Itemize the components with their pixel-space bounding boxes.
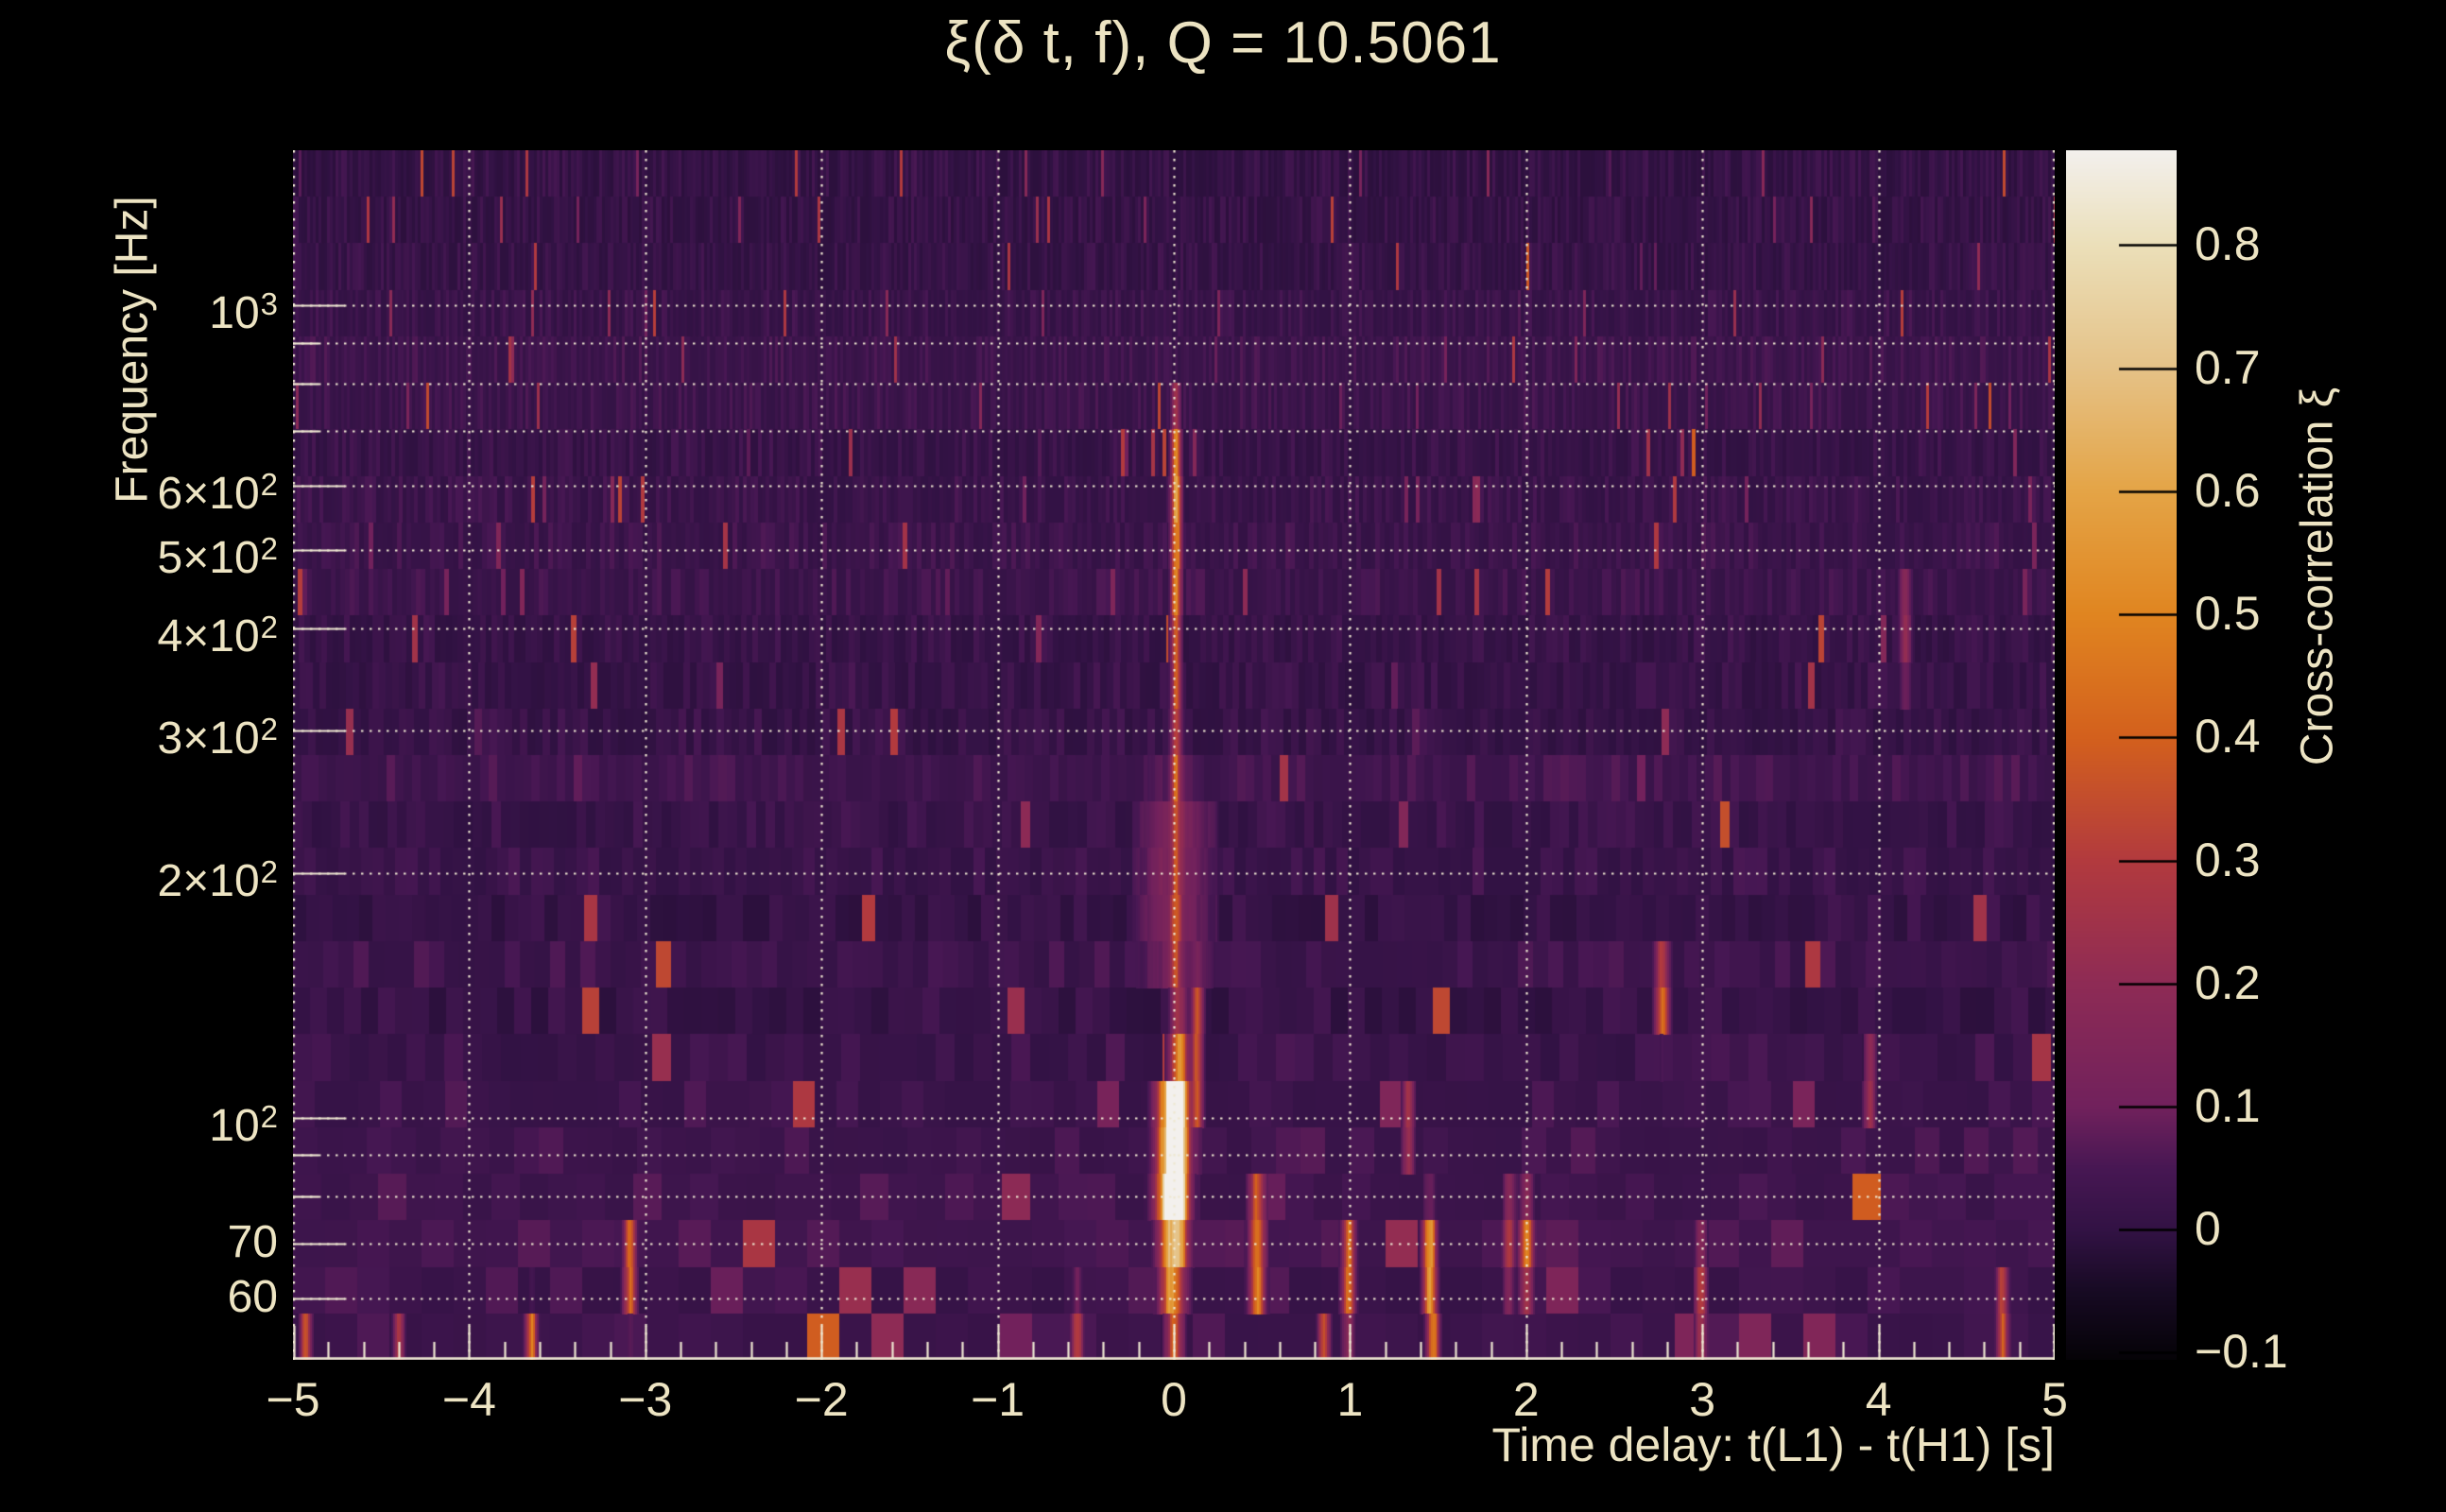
- colorbar-tick-label: −0.1: [2195, 1325, 2288, 1379]
- y-tick-label: 103: [209, 286, 278, 339]
- colorbar-tick-label: 0: [2195, 1202, 2221, 1256]
- colorbar-title: Cross-correlation ξ: [2292, 387, 2343, 766]
- figure: ξ(δ t, f), Q = 10.5061 Frequency [Hz] Cr…: [0, 0, 2446, 1512]
- y-tick-label: 70: [227, 1217, 278, 1268]
- colorbar-gradient: [2066, 150, 2177, 1360]
- x-axis-title: Time delay: t(L1) - t(H1) [s]: [1491, 1418, 2055, 1471]
- y-tick-label: 2×102: [157, 854, 278, 907]
- plot-title: ξ(δ t, f), Q = 10.5061: [944, 10, 1502, 76]
- colorbar-tick-label: 0.3: [2195, 833, 2261, 886]
- x-tick-label: −5: [266, 1373, 320, 1426]
- x-tick-label: −3: [618, 1373, 673, 1426]
- y-tick-label: 3×102: [157, 711, 278, 764]
- colorbar-tick-label: 0.2: [2195, 955, 2261, 1009]
- heatmap-canvas: [293, 150, 2055, 1360]
- colorbar-tick-label: 0.6: [2195, 463, 2261, 517]
- colorbar-tick-label: 0.8: [2195, 217, 2261, 271]
- x-tick-label: 0: [1161, 1373, 1187, 1426]
- y-tick-label: 102: [209, 1099, 278, 1152]
- x-tick-label: −2: [794, 1373, 849, 1426]
- colorbar-tick-label: 0.1: [2195, 1078, 2261, 1132]
- y-axis-title: Frequency [Hz]: [107, 196, 158, 504]
- x-tick-label: −1: [971, 1373, 1025, 1426]
- x-tick-label: −4: [441, 1373, 496, 1426]
- colorbar-tick-label: 0.5: [2195, 587, 2261, 641]
- y-tick-label: 60: [227, 1271, 278, 1322]
- x-tick-label: 1: [1336, 1373, 1364, 1426]
- y-tick-label: 4×102: [157, 610, 278, 662]
- colorbar-tick-label: 0.7: [2195, 340, 2261, 394]
- colorbar-tick-label: 0.4: [2195, 710, 2261, 764]
- y-tick-label: 6×102: [157, 466, 278, 519]
- y-tick-label: 5×102: [157, 531, 278, 584]
